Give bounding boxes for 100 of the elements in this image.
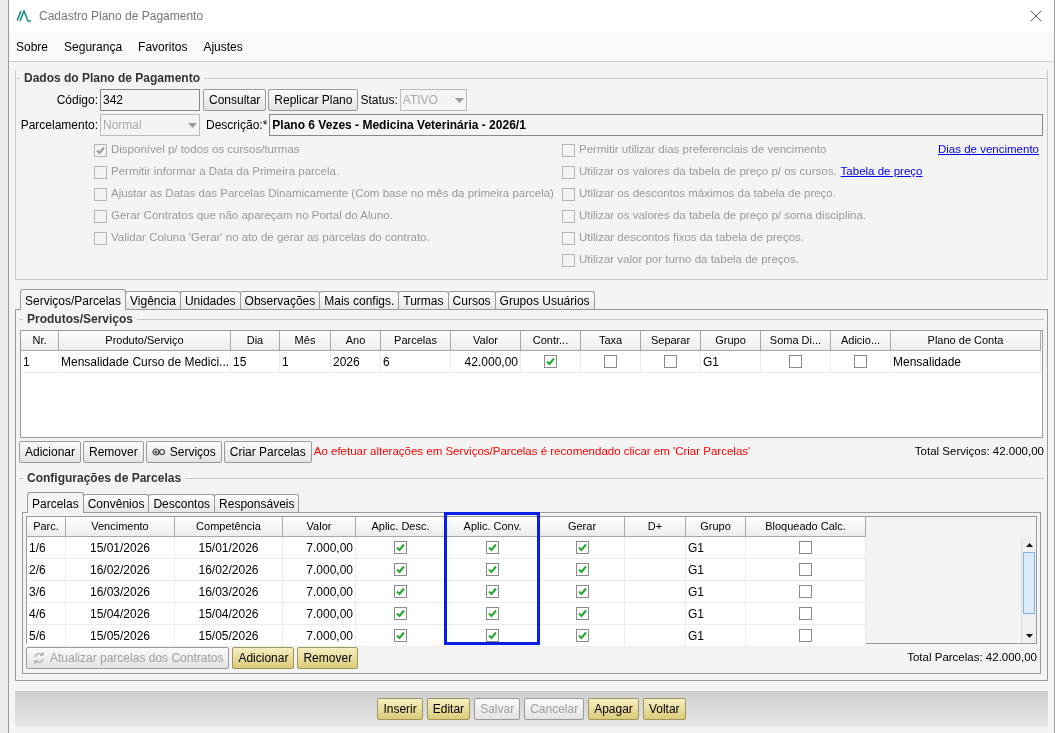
button[interactable]: Editar xyxy=(426,698,471,720)
tab[interactable]: Cursos xyxy=(447,291,496,309)
column-header[interactable]: Contr... xyxy=(521,331,581,351)
checkbox[interactable] xyxy=(562,253,575,267)
button[interactable]: Serviços xyxy=(145,441,222,463)
consult-button[interactable]: Consultar xyxy=(203,89,267,111)
button[interactable]: Apagar xyxy=(588,698,639,720)
checkbox[interactable] xyxy=(94,187,107,201)
checkbox[interactable] xyxy=(544,355,557,368)
column-header[interactable]: Vencimento xyxy=(66,517,175,537)
checkbox[interactable] xyxy=(575,607,589,620)
menu-item[interactable]: Favoritos xyxy=(138,37,188,56)
column-header[interactable]: Bloqueado Calc. xyxy=(746,517,866,537)
column-header[interactable]: Parc. xyxy=(27,517,66,537)
checkbox[interactable] xyxy=(394,629,407,642)
column-header[interactable]: Soma Di... xyxy=(761,331,831,351)
checkbox[interactable] xyxy=(562,231,575,245)
checkbox[interactable] xyxy=(394,607,407,620)
column-header[interactable]: Nr. xyxy=(21,331,59,351)
checkbox[interactable] xyxy=(562,143,575,157)
button[interactable]: Remover xyxy=(83,441,144,463)
field-label: Parcelamento: xyxy=(19,117,98,134)
tab[interactable]: Observações xyxy=(239,291,321,309)
tab[interactable]: Mais configs. xyxy=(319,291,400,309)
checkbox[interactable] xyxy=(94,231,107,245)
check-icon xyxy=(487,630,498,641)
checkbox[interactable] xyxy=(486,585,499,598)
tab[interactable]: Vigência xyxy=(125,291,181,309)
column-header[interactable]: Taxa xyxy=(581,331,641,351)
column-header[interactable]: Aplic. Conv. xyxy=(446,517,540,537)
tab[interactable]: Responsáveis xyxy=(214,494,300,512)
checkbox[interactable] xyxy=(799,585,812,598)
column-header[interactable]: Separar xyxy=(641,331,701,351)
checkbox[interactable] xyxy=(575,629,589,642)
column-header[interactable]: Parcelas xyxy=(381,331,451,351)
column-header[interactable]: Grupo xyxy=(686,517,746,537)
checkbox[interactable] xyxy=(789,355,802,368)
column-header[interactable]: Dia xyxy=(231,331,280,351)
tab[interactable]: Unidades xyxy=(179,291,241,309)
checkbox[interactable] xyxy=(664,355,677,368)
table-cell-text: 2026 xyxy=(333,353,360,371)
column-header[interactable]: Competência xyxy=(175,517,283,537)
checkbox[interactable] xyxy=(394,585,407,598)
column-header[interactable]: Valor xyxy=(451,331,521,351)
check-icon xyxy=(395,564,406,575)
checkbox[interactable] xyxy=(486,541,499,554)
tab[interactable]: Grupos Usuários xyxy=(494,291,595,309)
checkbox[interactable] xyxy=(854,355,867,368)
checkbox[interactable] xyxy=(575,541,589,554)
checkbox-label: Utilizar os valores da tabela de preço p/ soma disciplina. xyxy=(579,208,866,224)
tab[interactable]: Parcelas xyxy=(27,492,84,513)
button[interactable]: Remover xyxy=(297,647,359,669)
checkbox[interactable] xyxy=(94,143,107,157)
column-header[interactable]: Adicio... xyxy=(831,331,891,351)
checkbox[interactable] xyxy=(486,563,499,576)
tab[interactable]: Convênios xyxy=(82,494,150,512)
column-header[interactable]: Produto/Serviço xyxy=(59,331,231,351)
column-header[interactable]: Ano xyxy=(331,331,381,351)
button[interactable]: Adicionar xyxy=(232,647,295,669)
close-icon[interactable] xyxy=(1030,10,1042,22)
column-header[interactable]: D+ xyxy=(625,517,686,537)
checkbox[interactable] xyxy=(394,563,407,576)
column-header[interactable]: Aplic. Desc. xyxy=(356,517,446,537)
button[interactable]: Inserir xyxy=(377,698,423,720)
tab[interactable]: Turmas xyxy=(398,291,449,309)
tab[interactable]: Descontos xyxy=(148,494,216,512)
button[interactable]: Adicionar xyxy=(19,441,82,463)
checkbox[interactable] xyxy=(799,629,812,642)
checkbox[interactable] xyxy=(575,585,589,598)
checkbox[interactable] xyxy=(94,165,107,179)
checkbox[interactable] xyxy=(394,541,407,554)
button[interactable]: Criar Parcelas xyxy=(223,441,312,463)
link[interactable]: Dias de vencimento xyxy=(938,141,1039,159)
replicate-button[interactable]: Replicar Plano xyxy=(268,89,359,111)
checkbox[interactable] xyxy=(486,629,499,642)
checkbox[interactable] xyxy=(799,541,812,554)
button[interactable]: Voltar xyxy=(642,698,686,720)
checkbox[interactable] xyxy=(562,187,575,201)
checkbox[interactable] xyxy=(486,607,499,620)
checkbox[interactable] xyxy=(94,209,107,223)
scrollbar[interactable] xyxy=(1021,537,1036,643)
tab[interactable]: Serviços/Parcelas xyxy=(20,289,127,310)
code-field[interactable]: 342 xyxy=(100,89,200,111)
checkbox[interactable] xyxy=(562,165,575,179)
column-header[interactable]: Plano de Conta xyxy=(891,331,1041,351)
menu-item[interactable]: Ajustes xyxy=(203,37,243,56)
checkbox[interactable] xyxy=(799,607,812,620)
check-icon xyxy=(487,586,498,597)
checkbox[interactable] xyxy=(799,563,812,576)
column-header[interactable]: Gerar xyxy=(540,517,625,537)
menu-item[interactable]: Segurança xyxy=(64,37,123,56)
checkbox[interactable] xyxy=(562,209,575,223)
description-field[interactable]: Plano 6 Vezes - Medicina Veterinária - 2026/1 xyxy=(269,114,1044,136)
menu-item[interactable]: Sobre xyxy=(16,37,49,56)
link[interactable]: Tabela de preço xyxy=(840,163,923,181)
checkbox[interactable] xyxy=(604,355,617,368)
column-header[interactable]: Mês xyxy=(280,331,331,351)
checkbox[interactable] xyxy=(575,563,589,576)
column-header[interactable]: Valor xyxy=(283,517,356,537)
column-header[interactable]: Grupo xyxy=(701,331,761,351)
